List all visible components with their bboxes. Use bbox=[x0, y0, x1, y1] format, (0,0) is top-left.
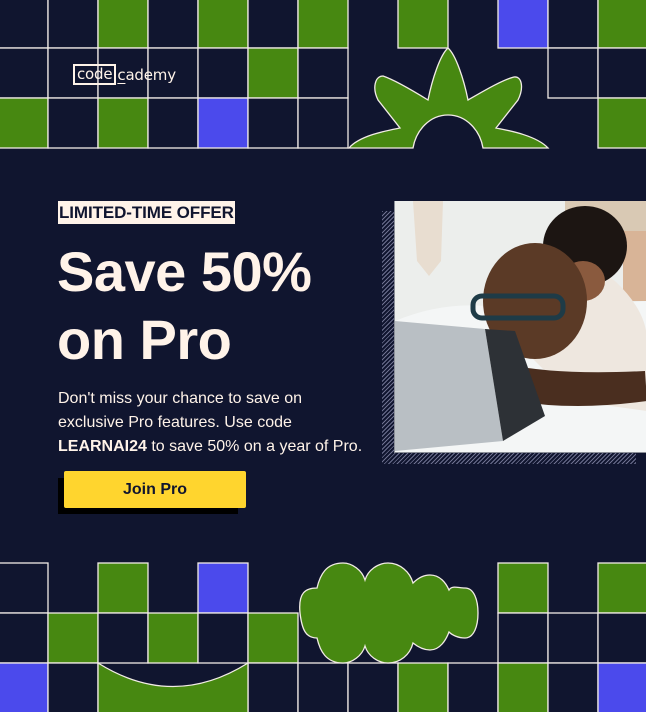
photo-laptop-lid bbox=[395, 321, 503, 451]
join-pro-button[interactable]: Join Pro bbox=[64, 471, 246, 508]
top-grid-cell-outline bbox=[247, 97, 299, 149]
top-grid-cell-outline bbox=[0, 0, 49, 49]
bottom-grid-cell-outline bbox=[0, 562, 49, 614]
bottom-grid-cell-outline bbox=[247, 662, 299, 712]
bottom-grid-cell-outline bbox=[597, 612, 646, 664]
bottom-grid-cell-green bbox=[497, 562, 549, 614]
top-grid-cell-green bbox=[247, 47, 299, 99]
headline-line-1: Save 50% bbox=[57, 240, 312, 303]
bottom-grid-cell-outline bbox=[0, 612, 49, 664]
top-grid-cell-outline bbox=[297, 47, 349, 99]
hero-photo bbox=[394, 201, 646, 453]
top-flower-shape bbox=[347, 47, 550, 149]
logo-suffix: ademy bbox=[125, 65, 176, 84]
bottom-grid-cell-green bbox=[47, 612, 99, 664]
top-grid-cell-green bbox=[597, 97, 646, 149]
bottom-cloud-shape bbox=[299, 562, 479, 664]
bottom-grid-cell-blue bbox=[0, 662, 49, 712]
description-line-2: exclusive Pro features. Use code bbox=[58, 414, 292, 431]
bottom-grid-cell-outline bbox=[547, 612, 599, 664]
top-grid-cell-outline bbox=[547, 47, 599, 99]
bottom-grid-cell-outline bbox=[197, 612, 249, 664]
top-grid-cell-green bbox=[97, 97, 149, 149]
bottom-grid-cell-green bbox=[597, 562, 646, 614]
codecademy-logo[interactable]: code cademy bbox=[73, 64, 176, 85]
top-grid-cell-outline bbox=[147, 0, 199, 49]
top-grid-cell-outline bbox=[147, 97, 199, 149]
top-grid-cell-green bbox=[97, 0, 149, 49]
promo-code: LEARNAI24 bbox=[58, 438, 147, 455]
top-grid-cell-blue bbox=[197, 97, 249, 149]
top-grid-cell-green bbox=[397, 0, 449, 49]
top-grid-cell-outline bbox=[47, 0, 99, 49]
top-grid-cell-green bbox=[597, 0, 646, 49]
top-grid-cell-outline bbox=[547, 0, 599, 49]
logo-rest-word: cademy bbox=[116, 66, 176, 84]
top-grid-cell-outline bbox=[247, 0, 299, 49]
limited-time-badge: LIMITED-TIME OFFER bbox=[58, 201, 235, 224]
bottom-grid-cell-blue bbox=[597, 662, 646, 712]
headline-line-2: on Pro bbox=[57, 308, 232, 371]
bottom-grid-cell-outline bbox=[47, 662, 99, 712]
bottom-grid-cell-green bbox=[497, 662, 549, 712]
top-grid-cell-blue bbox=[497, 0, 549, 49]
top-grid-cell-outline bbox=[47, 97, 99, 149]
bottom-bowl-shape bbox=[97, 661, 249, 712]
top-grid-cell-outline bbox=[197, 47, 249, 99]
hero-photo-illustration bbox=[395, 201, 646, 452]
bottom-grid-cell-green bbox=[97, 562, 149, 614]
bottom-grid-cell-outline bbox=[497, 612, 549, 664]
bottom-grid-cell-outline bbox=[547, 662, 599, 712]
logo-boxed-word: code bbox=[73, 64, 117, 85]
bottom-grid-cell-blue bbox=[197, 562, 249, 614]
headline: Save 50% on Pro bbox=[57, 238, 312, 374]
top-grid-cell-outline bbox=[0, 47, 49, 99]
bottom-grid-cell-green bbox=[147, 612, 199, 664]
description-line-1: Don't miss your chance to save on bbox=[58, 390, 303, 407]
bottom-grid-cell-outline bbox=[347, 662, 399, 712]
top-grid-cell-outline bbox=[597, 47, 646, 99]
top-grid-cell-green bbox=[0, 97, 49, 149]
bottom-grid-cell-outline bbox=[97, 612, 149, 664]
bottom-grid-cell-green bbox=[397, 662, 449, 712]
cta-container: Join Pro bbox=[58, 471, 246, 514]
bottom-grid-cell-outline bbox=[297, 662, 349, 712]
top-grid-cell-green bbox=[297, 0, 349, 49]
bottom-grid-cell-green bbox=[247, 612, 299, 664]
top-grid-cell-green bbox=[197, 0, 249, 49]
description-line-3: to save 50% on a year of Pro. bbox=[146, 438, 363, 455]
bottom-grid-cell-outline bbox=[447, 662, 499, 712]
promo-email-banner: code cademy LIMITED-TIME OFFER Save 50% … bbox=[0, 0, 646, 712]
top-grid-cell-outline bbox=[297, 97, 349, 149]
offer-description: Don't miss your chance to save on exclus… bbox=[58, 387, 378, 459]
